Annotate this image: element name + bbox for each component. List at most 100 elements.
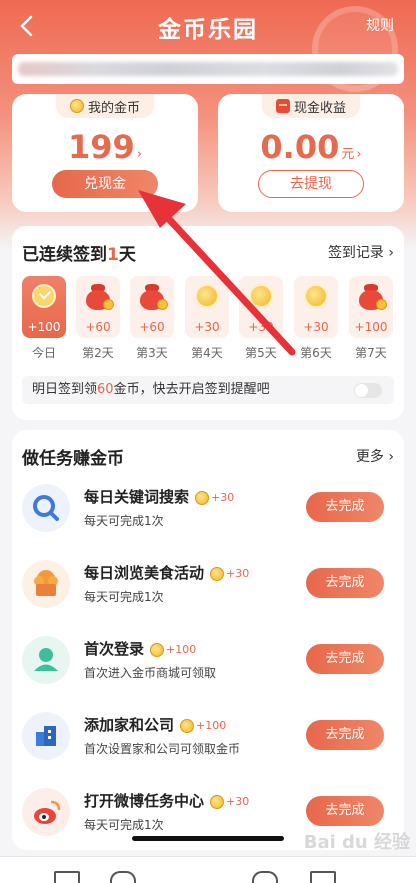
food-icon xyxy=(22,560,70,608)
task-reward: +100 xyxy=(150,642,197,657)
withdraw-button[interactable]: 去提现 xyxy=(258,170,364,198)
task-reward-value: +100 xyxy=(196,719,227,732)
checkin-day-4[interactable]: +30 第4天 xyxy=(185,276,229,361)
coin-balance[interactable]: 199 › xyxy=(12,128,198,166)
task-complete-button[interactable]: 去完成 xyxy=(306,644,384,674)
tasks-title: 做任务赚金币 xyxy=(22,449,124,469)
task-desc: 每天可完成1次 xyxy=(84,590,164,604)
task-desc: 每天可完成1次 xyxy=(84,818,164,832)
checkin-day-box: +60 xyxy=(130,276,174,338)
checkin-card: 已连续签到1天 签到记录 › +100 今日 +60 第2天 +60 第3天 +… xyxy=(12,226,404,420)
checkin-days-count: 1 xyxy=(107,245,119,265)
money-bag-icon xyxy=(138,282,168,310)
checkin-record-link[interactable]: 签到记录 › xyxy=(328,242,394,262)
task-desc: 首次设置家和公司可领取金币 xyxy=(84,742,241,756)
page-title: 金币乐园 xyxy=(158,17,258,43)
my-coins-tab: 我的金币 xyxy=(55,94,155,118)
my-coins-card: 我的金币 199 › 兑现金 xyxy=(12,94,198,212)
chevron-right-icon: › xyxy=(356,147,362,162)
user-icon xyxy=(22,636,70,684)
task-item: 首次登录 +100 首次进入金币商城可领取 去完成 xyxy=(12,628,404,704)
scan-icon[interactable] xyxy=(54,871,80,883)
check-icon xyxy=(32,284,56,308)
my-coins-label: 我的金币 xyxy=(87,100,141,116)
reminder-prefix: 明日签到领 xyxy=(32,382,98,397)
tasks-card: 做任务赚金币 更多 › 每日关键词搜索 +30 每天可完成1次 去完成 每日浏览美… xyxy=(12,430,404,850)
tasks-more-link[interactable]: 更多 › xyxy=(356,446,394,466)
coin-icon xyxy=(195,490,210,505)
reminder-toggle[interactable] xyxy=(354,383,382,398)
compass-icon[interactable] xyxy=(252,871,278,883)
checkin-reminder-bar: 明日签到领60金币，快去开启签到提醒吧 xyxy=(22,376,394,404)
coin-balance-value: 199 xyxy=(68,128,135,166)
checkin-day-3[interactable]: +60 第3天 xyxy=(130,276,174,361)
task-complete-button[interactable]: 去完成 xyxy=(306,492,384,522)
checkin-day-label: 第2天 xyxy=(82,346,114,360)
checkin-day-value: +30 xyxy=(248,320,274,334)
task-name: 每日浏览美食活动 +30 xyxy=(84,562,249,583)
checkin-day-box: +30 xyxy=(239,276,283,338)
task-name-text: 每日关键词搜索 xyxy=(84,488,190,506)
checkin-day-label: 第7天 xyxy=(355,346,387,360)
task-name: 每日关键词搜索 +30 xyxy=(84,486,234,507)
reminder-amount: 60 xyxy=(97,382,114,397)
task-reward: +30 xyxy=(195,490,235,505)
checkin-day-value: +100 xyxy=(27,320,61,334)
cash-balance-value: 0.00 xyxy=(260,128,340,166)
checkin-day-label: 第4天 xyxy=(191,346,223,360)
coin-icon xyxy=(150,642,165,657)
task-reward-value: +100 xyxy=(166,643,197,656)
task-complete-button[interactable]: 去完成 xyxy=(306,796,384,826)
redeem-cash-button[interactable]: 兑现金 xyxy=(52,170,158,198)
task-item: 每日浏览美食活动 +30 每天可完成1次 去完成 xyxy=(12,552,404,628)
task-reward-value: +30 xyxy=(226,567,250,580)
cash-balance[interactable]: 0.00 元 › xyxy=(218,128,404,166)
cash-unit: 元 xyxy=(341,147,355,162)
task-name-text: 添加家和公司 xyxy=(84,716,175,734)
task-desc: 首次进入金币商城可领取 xyxy=(84,666,217,680)
rules-link[interactable]: 规则 xyxy=(366,15,394,35)
coin-icon xyxy=(69,99,84,113)
cash-earnings-label: 现金收益 xyxy=(293,100,347,116)
reminder-suffix: 金币，快去开启签到提醒吧 xyxy=(113,382,270,397)
notice-blurred-text xyxy=(18,62,398,76)
checkin-day-label: 第3天 xyxy=(136,346,168,360)
checkin-title-suffix: 天 xyxy=(118,245,136,265)
checkin-day-box: +30 xyxy=(294,276,338,338)
checkin-day-box: +100 xyxy=(22,276,66,338)
task-complete-button[interactable]: 去完成 xyxy=(306,720,384,750)
task-name-text: 每日浏览美食活动 xyxy=(84,564,205,582)
task-item: 添加家和公司 +100 首次设置家和公司可领取金币 去完成 xyxy=(12,704,404,780)
building-icon xyxy=(22,712,70,760)
task-reward-value: +30 xyxy=(226,795,250,808)
task-name: 打开微博任务中心 +30 xyxy=(84,790,249,811)
task-complete-button[interactable]: 去完成 xyxy=(306,568,384,598)
checkin-day-7[interactable]: +100 第7天 xyxy=(349,276,393,361)
checkin-day-value: +30 xyxy=(303,320,329,334)
task-name: 首次登录 +100 xyxy=(84,638,196,659)
checkin-day-label: 今日 xyxy=(31,346,56,360)
search-icon[interactable] xyxy=(110,871,136,883)
checkin-day-1[interactable]: +100 今日 xyxy=(22,276,66,361)
checkin-day-5[interactable]: +30 第5天 xyxy=(239,276,283,361)
task-reward-value: +30 xyxy=(211,491,235,504)
checkin-day-box: +30 xyxy=(185,276,229,338)
checkin-day-6[interactable]: +30 第6天 xyxy=(294,276,338,361)
task-name-text: 首次登录 xyxy=(84,640,145,658)
task-item: 每日关键词搜索 +30 每天可完成1次 去完成 xyxy=(12,476,404,552)
coin-icon xyxy=(304,284,328,308)
watermark: Bai du 经验 xyxy=(303,832,410,853)
task-name-text: 打开微博任务中心 xyxy=(84,792,205,810)
coin-icon xyxy=(195,284,219,308)
checkin-day-box: +60 xyxy=(76,276,120,338)
checkin-day-2[interactable]: +60 第2天 xyxy=(76,276,120,361)
search-icon xyxy=(22,484,70,532)
mail-icon[interactable] xyxy=(310,871,336,883)
checkin-day-value: +60 xyxy=(139,320,165,334)
checkin-day-value: +30 xyxy=(194,320,220,334)
notice-bar[interactable] xyxy=(12,54,404,84)
checkin-day-value: +100 xyxy=(354,320,388,334)
checkin-days: +100 今日 +60 第2天 +60 第3天 +30 第4天 +30 第5天 … xyxy=(22,276,394,366)
money-bag-icon xyxy=(357,282,387,310)
coin-icon xyxy=(210,566,225,581)
